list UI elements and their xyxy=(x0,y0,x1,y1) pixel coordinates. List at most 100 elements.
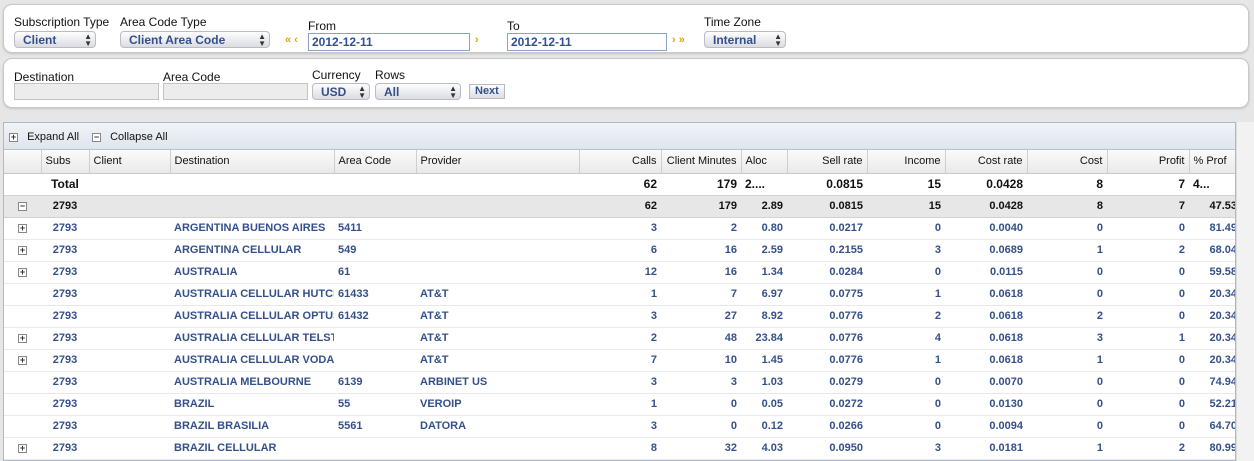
rows-select[interactable]: All ▲ ▼ xyxy=(375,83,461,100)
row-calls: 3 xyxy=(579,217,661,240)
expand-icon[interactable]: + xyxy=(18,267,27,277)
row-profit: 0 xyxy=(1107,283,1189,306)
row-profit: 0 xyxy=(1107,349,1189,372)
col-expand xyxy=(4,150,42,174)
row-cost: 2 xyxy=(1027,305,1107,328)
group-minutes: 179 xyxy=(661,195,741,218)
col-client-minutes[interactable]: Client Minutes xyxy=(661,150,742,174)
row-calls: 3 xyxy=(579,305,661,328)
row-subs: 2793 xyxy=(41,217,89,240)
table-row[interactable]: 2793 AUSTRALIA CELLULAR HUTCH 61433 AT&T 1 7 6… xyxy=(4,283,1235,306)
col-client[interactable]: Client xyxy=(89,150,171,174)
report-grid: + Expand All − Collapse All Subs Client … xyxy=(3,122,1236,461)
from-next-arrow-icon[interactable]: › xyxy=(475,34,479,46)
col-cost-rate[interactable]: Cost rate xyxy=(945,150,1028,174)
row-pct: 20.34 xyxy=(1189,327,1235,350)
to-date-input[interactable]: 2012-12-11 xyxy=(507,33,667,51)
subscription-type-select[interactable]: Client ▲ ▼ xyxy=(14,31,96,48)
group-sell-rate: 0.0815 xyxy=(787,195,867,218)
row-expand-cell: + xyxy=(4,261,41,284)
expand-all-button[interactable]: + Expand All xyxy=(9,131,79,143)
from-label: From xyxy=(308,19,336,33)
col-subs[interactable]: Subs xyxy=(41,150,90,174)
area-code-type-select[interactable]: Client Area Code ▲ ▼ xyxy=(120,31,270,48)
table-row[interactable]: +2793AUSTRALIA CELLULAR VODAFONEAT&T7101… xyxy=(4,349,1235,372)
col-aloc[interactable]: Aloc xyxy=(741,150,788,174)
expand-icon[interactable]: + xyxy=(18,333,27,343)
col-income[interactable]: Income xyxy=(867,150,946,174)
row-aloc: 6.97 xyxy=(741,283,787,306)
destination-label: Destination xyxy=(14,70,75,84)
row-area-code: 6139 xyxy=(334,371,416,394)
next-button[interactable]: Next xyxy=(469,84,505,99)
row-pct: 20.34 xyxy=(1189,349,1235,372)
col-pct-profit[interactable]: % Prof xyxy=(1189,150,1235,174)
total-label: Total xyxy=(41,173,89,196)
table-row[interactable]: +2793 ARGENTINA CELLULAR 549 6 16 2.59 0.2155 3… xyxy=(4,239,1235,262)
row-pct: 20.34 xyxy=(1189,305,1235,328)
row-area-code: 549 xyxy=(334,239,416,262)
col-sell-rate[interactable]: Sell rate xyxy=(787,150,868,174)
date-prev-arrows-icon[interactable]: « ‹ xyxy=(285,34,298,46)
rows-value: All xyxy=(384,85,400,99)
select-arrows-icon: ▲ ▼ xyxy=(358,84,366,100)
table-row[interactable]: +2793 AUSTRALIA CELLULAR TELSTRA AT&T24823… xyxy=(4,327,1235,350)
row-income: 1 xyxy=(867,349,945,372)
time-zone-select[interactable]: Internal ▲ ▼ xyxy=(704,31,786,48)
expand-icon[interactable]: + xyxy=(18,355,27,365)
row-cost: 0 xyxy=(1027,283,1107,306)
row-cost-rate: 0.0181 xyxy=(945,437,1027,460)
group-cost-rate: 0.0428 xyxy=(945,195,1027,218)
time-zone-label: Time Zone xyxy=(704,15,761,29)
col-calls[interactable]: Calls xyxy=(579,150,662,174)
table-row[interactable]: 2793 AUSTRALIA CELLULAR OPTUS 61432 AT&T 3 27… xyxy=(4,305,1235,328)
col-provider[interactable]: Provider xyxy=(416,150,580,174)
row-income: 0 xyxy=(867,393,945,416)
row-income: 3 xyxy=(867,239,945,262)
col-profit[interactable]: Profit xyxy=(1107,150,1190,174)
row-minutes: 10 xyxy=(661,349,741,372)
table-row[interactable]: 2793 AUSTRALIA MELBOURNE 6139 ARBINET US 3 3 1… xyxy=(4,371,1235,394)
expand-icon[interactable]: + xyxy=(18,443,27,453)
row-cost-rate: 0.0115 xyxy=(945,261,1027,284)
grid-toolbar: + Expand All − Collapse All xyxy=(4,123,1235,150)
table-row[interactable]: +2793 BRAZIL CELLULAR 8 32 4.03 0.0950 3 0.0181… xyxy=(4,437,1235,460)
row-cost-rate: 0.0130 xyxy=(945,393,1027,416)
col-destination[interactable]: Destination xyxy=(170,150,335,174)
row-destination: AUSTRALIA CELLULAR VODAFONE xyxy=(170,349,334,372)
collapse-icon[interactable]: − xyxy=(18,201,27,211)
expand-icon[interactable]: + xyxy=(18,245,27,255)
currency-select[interactable]: USD ▲ ▼ xyxy=(312,83,370,100)
area-code-type-label: Area Code Type xyxy=(120,15,207,29)
col-area-code[interactable]: Area Code xyxy=(334,150,417,174)
table-row[interactable]: +2793 AUSTRALIA 61 12 16 1.34 0.0284 0 0.0115 0 0 5… xyxy=(4,261,1235,284)
row-pct: 64.70 xyxy=(1189,415,1235,438)
table-row[interactable]: +2793 ARGENTINA BUENOS AIRES 5411 3 2 0.80 0.0… xyxy=(4,217,1235,240)
from-date-input[interactable]: 2012-12-11 xyxy=(308,33,470,51)
filter-panel-dates: Subscription Type Client ▲ ▼ Area Code Ty… xyxy=(3,4,1249,53)
expand-icon[interactable]: + xyxy=(18,223,27,233)
row-subs: 2793 xyxy=(41,349,89,372)
area-code-input[interactable] xyxy=(163,83,308,100)
date-next-arrows-icon[interactable]: › » xyxy=(672,34,685,46)
destination-input[interactable] xyxy=(14,83,159,100)
col-cost[interactable]: Cost xyxy=(1027,150,1108,174)
row-expand-cell: + xyxy=(4,349,41,372)
collapse-all-button[interactable]: − Collapse All xyxy=(92,131,168,143)
grid-scrollbar[interactable] xyxy=(1236,122,1254,461)
row-subs: 2793 xyxy=(41,305,89,328)
row-expand-cell: + xyxy=(4,437,41,460)
row-client xyxy=(89,437,170,460)
row-aloc: 1.03 xyxy=(741,371,787,394)
row-area-code xyxy=(334,437,416,460)
group-row[interactable]: − 2793 62 179 2.89 0.0815 15 0.0428 8 7 … xyxy=(4,195,1235,218)
row-provider xyxy=(416,217,579,240)
row-expand-cell: + xyxy=(4,217,41,240)
table-row[interactable]: 2793 BRAZIL 55 VEROIP 1 0 0.05 0.0272 0 0.0130 0 0 5… xyxy=(4,393,1235,416)
row-area-code: 5411 xyxy=(334,217,416,240)
table-row[interactable]: 2793 BRAZIL BRASILIA 5561 DATORA 3 0 0.12 0.026… xyxy=(4,415,1235,438)
group-pct: 47.53 xyxy=(1189,195,1235,218)
row-client xyxy=(89,415,170,438)
row-client xyxy=(89,239,170,262)
row-minutes: 32 xyxy=(661,437,741,460)
